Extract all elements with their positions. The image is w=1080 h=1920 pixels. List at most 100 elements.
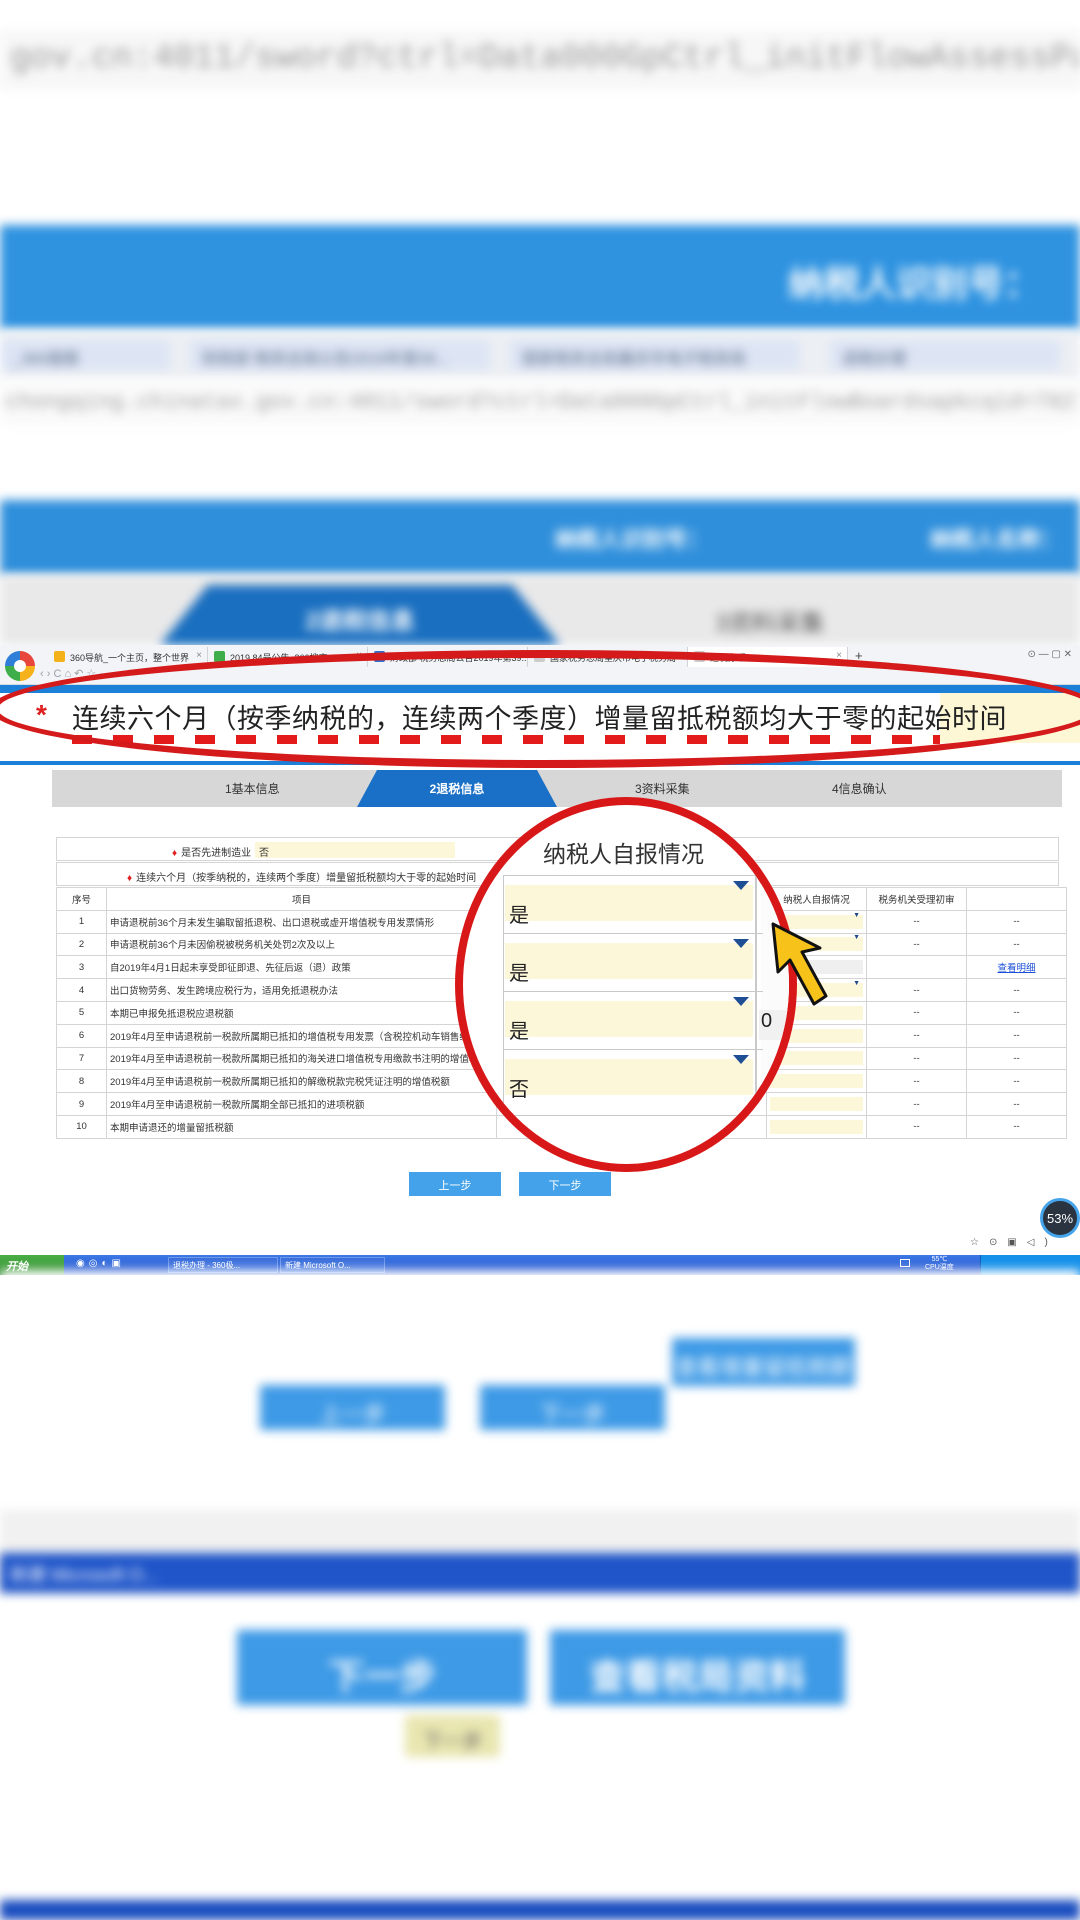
step-info-confirm[interactable]: 4信息确认 <box>832 780 887 797</box>
blurred-big-view: 查看税局资料 <box>550 1630 845 1705</box>
dropdown-arrow-icon[interactable] <box>733 881 749 890</box>
step-material-collection[interactable]: 3资料采集 <box>635 780 690 797</box>
header-extra <box>966 887 1067 911</box>
zoom-lens: 纳税人自报情况 是 是 是 否 0 <box>455 797 797 1172</box>
tray-icons-row[interactable]: ☆⊙▣◁) <box>970 1237 1058 1248</box>
row-number: 3 <box>56 955 107 980</box>
cursor-arrow-icon <box>771 922 828 1006</box>
browser-logo-icon <box>5 651 35 681</box>
tab-close-icon[interactable]: × <box>196 650 202 661</box>
row-number: 7 <box>56 1046 107 1071</box>
lens-divider <box>755 875 757 1115</box>
lens-select-value: 是 <box>509 963 529 985</box>
lens-select-value: 是 <box>509 905 529 927</box>
dropdown-arrow-icon[interactable]: ▼ <box>853 980 860 987</box>
row-number: 6 <box>56 1023 107 1048</box>
quick-launch-icons[interactable]: ◉◎◐▣ <box>76 1258 125 1269</box>
row-item: 2019年4月至申请退税前一税款所属期已抵扣的海关进口增值税专用缴款书注明的增值… <box>106 1046 497 1071</box>
progress-badge[interactable]: 53% <box>1040 1198 1080 1238</box>
lens-select-value: 否 <box>509 1079 529 1101</box>
lens-grid-line <box>503 991 763 992</box>
blurred-step-next: 3资料采集 <box>715 610 825 637</box>
blurred-big-next: 下一步 <box>237 1630 527 1705</box>
header-item: 项目 <box>106 887 497 911</box>
next-step-button[interactable]: 下一步 <box>519 1172 611 1196</box>
row-review: -- <box>866 1114 967 1139</box>
row-extra: -- <box>966 1114 1067 1139</box>
step-bar: 1基本信息 2退税信息 3资料采集 4信息确认 <box>52 770 1062 807</box>
dropdown-arrow-icon[interactable] <box>733 939 749 948</box>
lens-select-3[interactable]: 是 <box>505 997 753 1043</box>
row-item: 2019年4月至申请退税前一税款所属期已抵扣的增值税专用发票（含税控机动车销售统… <box>106 1023 497 1048</box>
blurred-url-text-2: chongqing.chinatax.gov.cn:4011/sword?ctr… <box>5 390 1080 415</box>
dropdown-arrow-icon[interactable]: ▼ <box>853 912 860 919</box>
row-number: 10 <box>56 1114 107 1139</box>
blurred-taskbar-text: 新建 Microsoft O... <box>10 1565 159 1585</box>
tab-label: 360导航_一个主页，整个世界 <box>70 653 190 663</box>
row-item: 出口货物劳务、发生跨境应税行为，适用免抵退税办法 <box>106 978 497 1002</box>
blurred-taxpayer-name: 纳税人名称： <box>930 527 1063 552</box>
row-item: 申请退税前36个月未发生骗取留抵退税、出口退税或虚开增值税专用发票情形 <box>106 909 497 934</box>
row-number: 9 <box>56 1092 107 1116</box>
lens-grid-line <box>503 1115 763 1116</box>
row-review <box>866 955 967 980</box>
row-review: -- <box>866 909 967 934</box>
row-item: 本期申请退还的增量留抵税额 <box>106 1114 497 1139</box>
blurred-tab: _360搜索 <box>0 340 170 370</box>
view-detail-link[interactable]: 查看明细 <box>997 963 1035 974</box>
keyboard-icon[interactable] <box>900 1259 910 1267</box>
blurred-header-2: 纳税人识别号： 纳税人名称： <box>0 500 1080 575</box>
blurred-steps: 2退税信息 3资料采集 <box>0 575 1080 645</box>
row-review: -- <box>866 1069 967 1094</box>
blurred-lower-buttons: 上一步 下一步 查看增量留抵税额 <box>0 1270 1080 1430</box>
row-item: 申请退税前36个月未因偷税被税务机关处罚2次及以上 <box>106 932 497 957</box>
header-review: 税务机关受理初审 <box>866 887 967 911</box>
row-extra[interactable]: 查看明细 <box>966 955 1067 980</box>
row-review: -- <box>866 1092 967 1116</box>
row-number: 8 <box>56 1069 107 1094</box>
row-item: 2019年4月至申请退税前一税款所属期全部已抵扣的进项税额 <box>106 1092 497 1116</box>
step-basic-info[interactable]: 1基本信息 <box>225 780 280 797</box>
row-extra: -- <box>966 1000 1067 1025</box>
browser-window-controls[interactable]: ⊙ — ▢ ✕ <box>1027 649 1072 660</box>
blurred-header: 纳税人识别号： <box>0 225 1080 330</box>
dropdown-arrow-icon[interactable] <box>733 1055 749 1064</box>
screenshot-page: gov.cn:4011/sword?ctrl=Data000GpCtrl_ini… <box>0 0 1080 1920</box>
lens-select-4[interactable]: 否 <box>505 1055 753 1101</box>
dropdown-arrow-icon[interactable]: ▼ <box>853 934 860 941</box>
row-number: 1 <box>56 909 107 934</box>
advanced-manufacturing-select[interactable]: 否 <box>255 842 455 859</box>
field-label: ♦ 是否先进制造业 <box>172 844 251 859</box>
row-number: 5 <box>56 1000 107 1025</box>
row-extra: -- <box>966 1092 1067 1116</box>
row-extra: -- <box>966 909 1067 934</box>
row-item: 本期已申报免抵退税应退税额 <box>106 1000 497 1025</box>
step-refund-info[interactable]: 2退税信息 <box>357 770 557 807</box>
blurred-taskbar: 新建 Microsoft O... <box>0 1553 1080 1593</box>
lens-select-1[interactable]: 是 <box>505 881 753 927</box>
label-text: 连续六个月（按季纳税的，连续两个季度）增量留抵税额均大于零的起始时间 <box>136 873 477 884</box>
blurred-prev-button: 上一步 <box>260 1385 445 1430</box>
blurred-tab: 财政部 税务总局公告2019年第39... <box>190 340 490 370</box>
blurred-tooltip: 下一步 <box>405 1715 500 1757</box>
red-highlight-ellipse <box>0 650 1080 768</box>
row-extra: -- <box>966 978 1067 1002</box>
row-extra: -- <box>966 1023 1067 1048</box>
lens-select-2[interactable]: 是 <box>505 939 753 985</box>
blurred-tab: 国家税务总局重庆市电子税务局 <box>510 340 800 370</box>
row-review: -- <box>866 1000 967 1025</box>
blurred-tab: 退税办理 <box>830 340 1060 370</box>
row-review: -- <box>866 1046 967 1071</box>
prev-step-button[interactable]: 上一步 <box>409 1172 501 1196</box>
tab-favicon-icon <box>54 651 65 662</box>
row-review: -- <box>866 978 967 1002</box>
blurred-url-bar: gov.cn:4011/sword?ctrl=Data000GpCtrl_ini… <box>0 30 1080 90</box>
required-star: ♦ <box>127 873 133 884</box>
row-extra: -- <box>966 1046 1067 1071</box>
blurred-taxpayer-id: 纳税人识别号： <box>555 527 710 552</box>
lens-select-value: 是 <box>509 1021 529 1043</box>
header-no: 序号 <box>56 887 107 911</box>
field-label: ♦ 连续六个月（按季纳税的，连续两个季度）增量留抵税额均大于零的起始时间 <box>127 869 476 884</box>
dropdown-arrow-icon[interactable] <box>733 997 749 1006</box>
row-number: 2 <box>56 932 107 957</box>
